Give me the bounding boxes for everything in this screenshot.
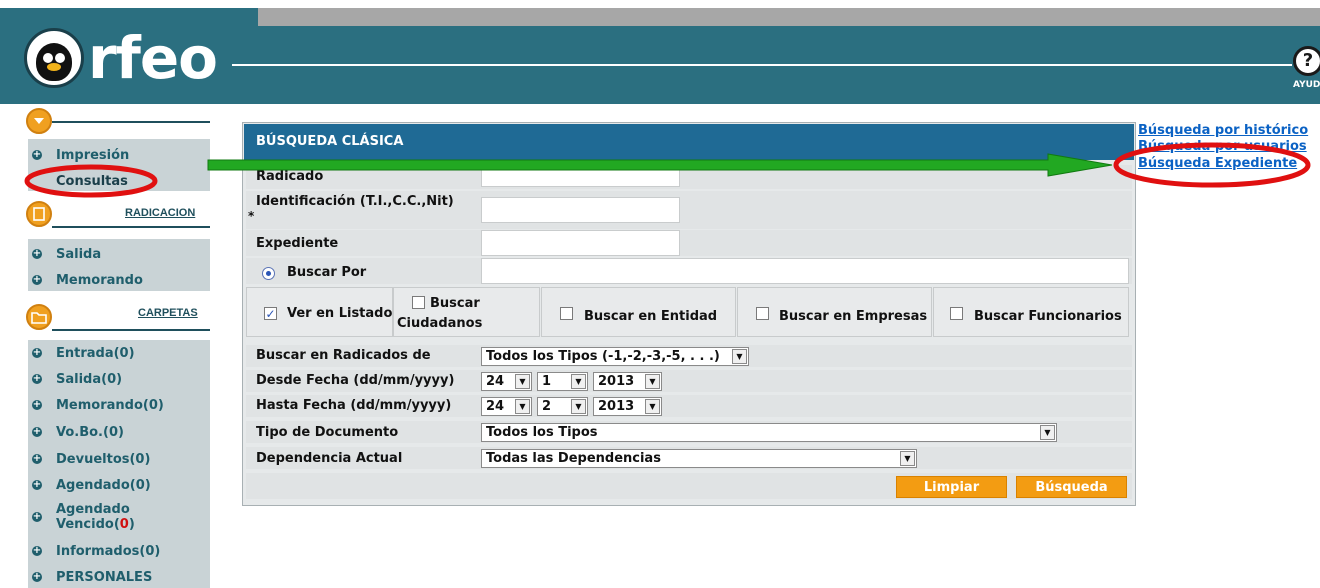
busqueda-expediente-highlight-ellipse (1113, 142, 1311, 188)
consultas-highlight-ellipse (24, 164, 158, 198)
app-root: rfeo ? AYUD + Impresión Consultas RADICA… (0, 0, 1320, 588)
annotation-overlay (24, 142, 1311, 198)
green-arrow (207, 153, 1113, 177)
